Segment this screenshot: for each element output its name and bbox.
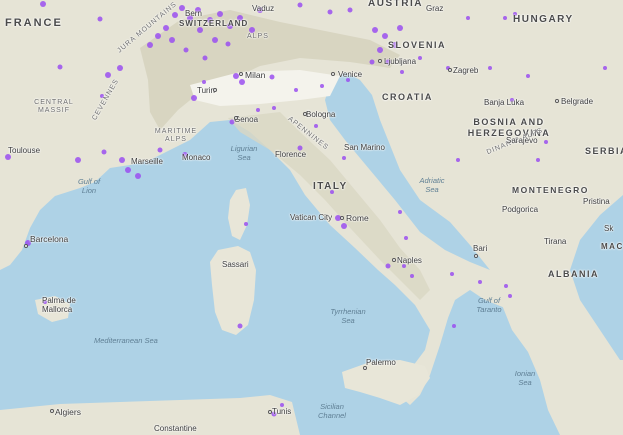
country-label-italy: ITALY [313,181,348,192]
city-label-bern: Bern [185,9,202,18]
city-label-tirana: Tirana [544,237,567,246]
city-label-podgorica: Podgorica [502,205,539,214]
city-marker-belgrade [555,99,559,103]
city-label-naples: Naples [397,256,422,265]
city-label-vaduz: Vaduz [252,4,275,13]
country-label-albania: ALBANIA [548,269,599,279]
label-san-marino: San Marino [344,143,385,152]
city-marker-bari [474,254,478,258]
city-label-sassari: Sassari [222,260,249,269]
city-label-palermo: Palermo [366,358,396,367]
region-label-maritime-alps: MARITIME ALPS [154,128,198,143]
city-marker-milan [239,72,243,76]
city-label-palma: Palma de Mallorca [42,296,76,314]
country-label-hungary: HUNGARY [513,14,574,25]
city-label-algiers: Algiers [55,407,81,417]
region-label-alps: ALPS [247,33,269,40]
sea-label-ligurian: Ligurian Sea [230,144,258,162]
city-label-milan: Milan [245,70,266,80]
city-marker-zagreb [448,68,452,72]
country-label-slovenia: SLOVENIA [388,40,447,50]
city-marker-tunis [268,410,272,414]
city-label-banja-luka: Banja Luka [484,98,525,107]
city-marker-ljubljana [378,59,382,63]
city-label-florence: Florence [275,150,307,159]
city-marker-turin [213,88,217,92]
sea-label-mediterranean: Mediterranean Sea [94,336,158,345]
city-label-rome: Rome [346,213,369,223]
city-label-toulouse: Toulouse [8,146,41,155]
label-vatican: Vatican City [290,213,333,222]
city-marker-venice [331,72,335,76]
country-label-austria: AUSTRIA [368,0,423,9]
sea-label-tyrrhenian: Tyrrhenian Sea [330,307,366,325]
sea-label-sicilian-channel: Sicilian Channel [318,402,346,420]
country-label-switzerland: SWITZERLAND [179,19,249,28]
country-label-croatia: CROATIA [382,92,433,102]
city-label-ljubljana: Ljubljana [384,57,417,66]
city-marker-bologna [303,112,307,116]
city-marker-naples [392,258,396,262]
city-marker-palermo [363,366,367,370]
city-label-constantine: Constantine [154,424,197,433]
city-label-barcelona: Barcelona [30,234,69,244]
city-label-bologna: Bologna [306,110,336,119]
country-label-montenegro: MONTENEGRO [512,185,589,195]
city-label-pristina: Pristina [583,197,610,206]
city-label-bari: Bari [473,244,488,253]
city-marker-rome [340,216,344,220]
city-label-sarajevo: Sarajevo [506,136,538,145]
sea-label-gulf-lion: Gulf of Lion [77,177,101,195]
sea-label-ionian: Ionian Sea [514,369,536,387]
city-marker-genoa [234,116,238,120]
city-marker-barcelona [24,244,28,248]
city-marker-algiers [50,409,54,413]
map-canvas[interactable]: FRANCE AUSTRIA HUNGARY SLOVENIA CROATIA … [0,0,623,435]
city-label-belgrade: Belgrade [561,97,594,106]
city-label-zagreb: Zagreb [453,66,479,75]
city-label-graz: Graz [426,4,444,13]
country-label-france: FRANCE [5,17,63,29]
city-label-marseille: Marseille [131,157,164,166]
sea-label-adriatic: Adriatic Sea [419,176,445,194]
sea-label-gulf-taranto: Gulf of Taranto [476,296,502,314]
city-label-venice: Venice [338,70,363,79]
city-label-tunis: Tunis [272,407,292,416]
city-label-skopje: Sk [604,224,614,233]
city-label-monaco: Monaco [182,153,211,162]
country-label-serbia: SERBIA [585,146,623,156]
country-label-macedonia: MAC [601,242,623,251]
region-label-central-massif: CENTRAL MASSIF [34,99,74,114]
